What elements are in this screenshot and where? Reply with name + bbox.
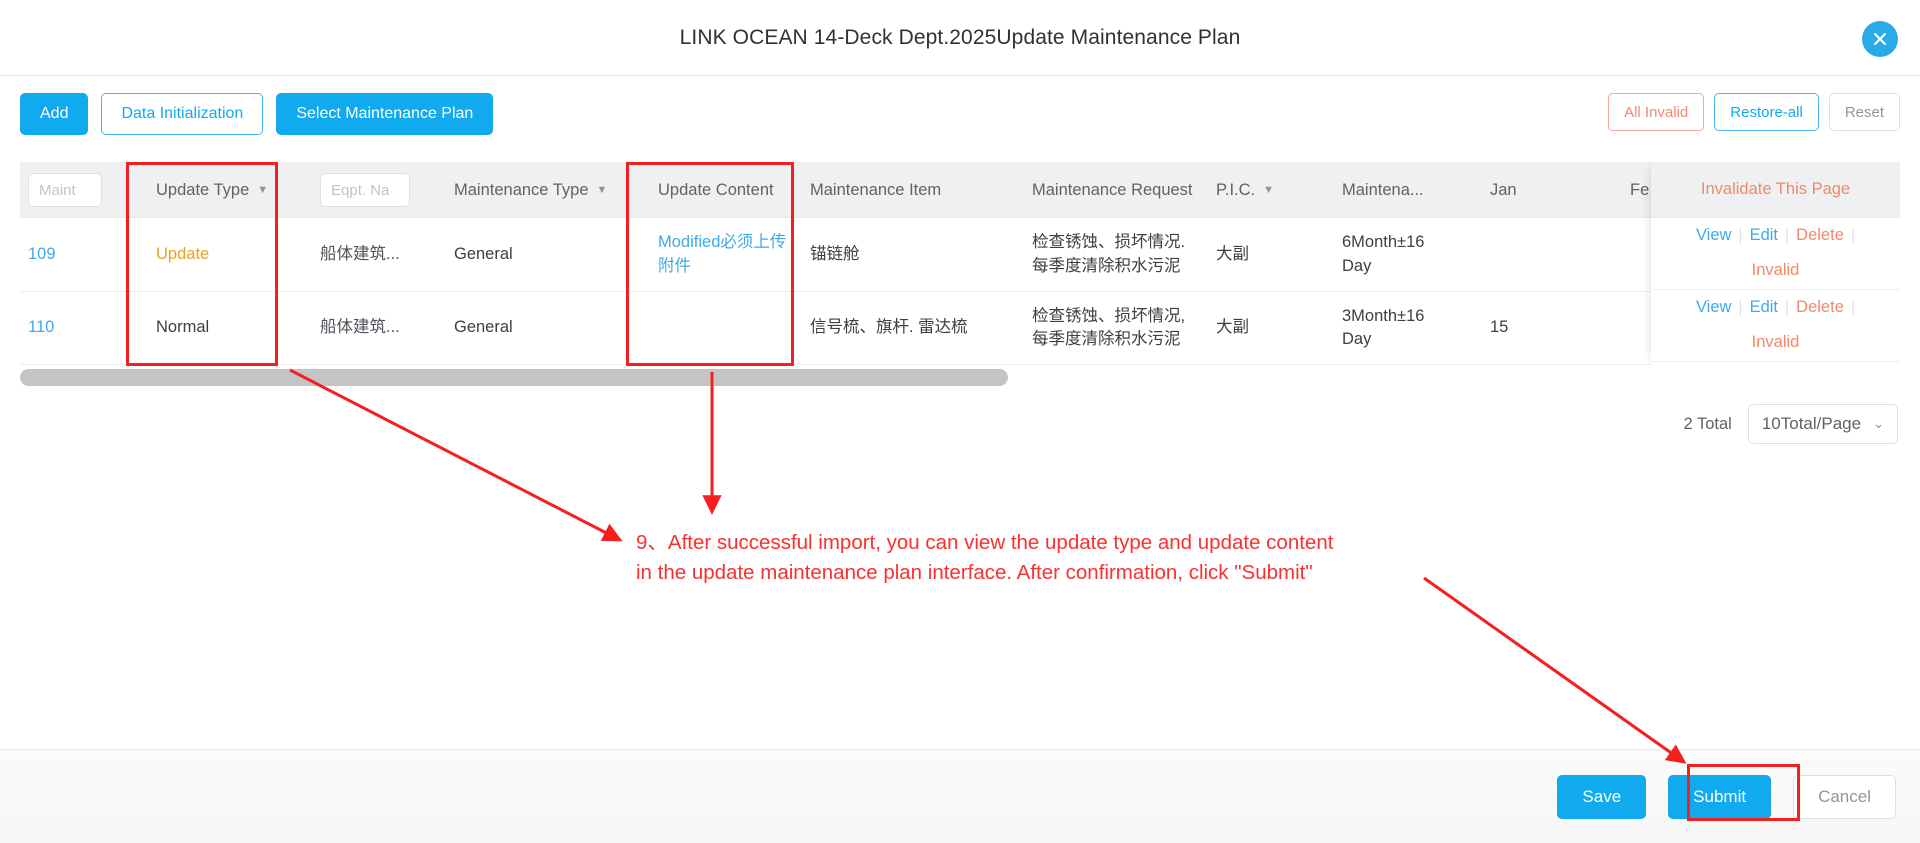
column-header-maintenance-request: Maintenance Request: [1032, 162, 1193, 218]
chevron-down-icon: ▼: [1263, 184, 1275, 196]
column-header-feb-label: Fe: [1630, 180, 1650, 199]
cell-id: 109: [28, 244, 56, 263]
cell-maintenance-cycle: 3Month±16 Day: [1342, 306, 1425, 348]
maint-id-filter-input[interactable]: Maint: [28, 173, 102, 207]
column-header-update-type-label: Update Type: [156, 180, 250, 199]
eqpt-name-filter-input[interactable]: Eqpt. Na: [320, 173, 410, 207]
cell-update-content[interactable]: [658, 292, 798, 364]
cell-maintenance-cycle: 6Month±16 Day: [1342, 233, 1425, 275]
column-header-pic[interactable]: P.I.C. ▼: [1216, 162, 1274, 218]
cell-maintenance-type: General: [454, 244, 513, 263]
column-header-update-content: Update Content: [658, 162, 774, 218]
chevron-down-icon: ⌄: [1873, 416, 1884, 431]
toolbar-right-group: All Invalid Restore-all Reset: [1608, 93, 1900, 131]
scrollbar-thumb[interactable]: [20, 369, 1008, 386]
select-maintenance-plan-button[interactable]: Select Maintenance Plan: [276, 93, 494, 135]
action-separator: |: [1850, 298, 1856, 316]
cell-update-content[interactable]: Modified必须上传附件: [658, 218, 798, 291]
edit-link[interactable]: Edit: [1750, 295, 1778, 321]
column-header-jan-label: Jan: [1490, 180, 1517, 199]
invalid-link[interactable]: Invalid: [1661, 258, 1890, 284]
maint-id-filter-cell: Maint: [28, 162, 102, 218]
column-header-maintenance-cycle: Maintena...: [1342, 162, 1424, 218]
column-header-maintenance-cycle-label: Maintena...: [1342, 180, 1424, 199]
cell-pic: 大副: [1216, 244, 1249, 263]
view-link[interactable]: View: [1696, 295, 1731, 321]
row-actions: View | Edit | Delete | Invalid: [1651, 290, 1900, 362]
table-row[interactable]: 110 Normal 船体建筑... General 信号梳、旗杆. 雷达梳 检…: [20, 292, 1900, 365]
close-icon[interactable]: [1862, 21, 1898, 57]
cell-maintenance-request: 检查锈蚀、损坏情况, 每季度清除积水污泥: [1032, 306, 1186, 348]
save-button[interactable]: Save: [1557, 775, 1647, 819]
invalidate-this-page-header[interactable]: Invalidate This Page: [1651, 162, 1900, 218]
column-header-maintenance-item-label: Maintenance Item: [810, 180, 942, 199]
row-actions: View | Edit | Delete | Invalid: [1651, 218, 1900, 290]
cell-eqpt-name: 船体建筑...: [320, 318, 400, 337]
delete-link[interactable]: Delete: [1796, 223, 1844, 249]
page-size-value: 10Total/Page: [1761, 414, 1862, 433]
column-header-update-type[interactable]: Update Type ▼: [156, 162, 268, 218]
table-horizontal-scrollbar[interactable]: [20, 369, 1900, 386]
submit-button[interactable]: Submit: [1668, 775, 1772, 819]
cell-jan: 15: [1490, 318, 1509, 337]
table-row[interactable]: 109 Update 船体建筑... General Modified必须上传附…: [20, 218, 1900, 292]
toolbar: Add Data Initialization Select Maintenan…: [0, 76, 1920, 152]
chevron-down-icon: ▼: [596, 184, 608, 196]
cell-update-type: Update: [156, 244, 210, 263]
dialog-footer: Save Submit Cancel: [0, 749, 1920, 843]
action-separator: |: [1850, 226, 1856, 244]
action-separator: |: [1738, 226, 1743, 244]
cell-maintenance-item: 锚链舱: [810, 244, 860, 263]
cancel-button[interactable]: Cancel: [1793, 775, 1896, 819]
chevron-down-icon: ▼: [257, 184, 269, 196]
footer-button-group: Save Submit Cancel: [1557, 775, 1896, 819]
column-header-maintenance-request-label: Maintenance Request: [1032, 180, 1193, 199]
pagination: 2 Total 10Total/Page ⌄: [1684, 404, 1898, 444]
column-header-maintenance-type[interactable]: Maintenance Type ▼: [454, 162, 607, 218]
annotation-instruction-text: 9、After successful import, you can view …: [636, 531, 1334, 585]
action-separator: |: [1785, 298, 1790, 316]
all-invalid-button[interactable]: All Invalid: [1608, 93, 1705, 131]
update-maintenance-plan-dialog: LINK OCEAN 14-Deck Dept.2025Update Maint…: [0, 0, 1920, 843]
eqpt-name-filter-cell: Eqpt. Na: [320, 162, 410, 218]
column-header-feb: Fe: [1630, 162, 1649, 218]
column-header-maintenance-type-label: Maintenance Type: [454, 180, 589, 199]
table-fixed-action-column: Invalidate This Page View | Edit | Delet…: [1651, 162, 1900, 365]
maintenance-plan-table: Maint Update Type ▼ Eqpt. Na Maintenance…: [20, 162, 1900, 365]
view-link[interactable]: View: [1696, 223, 1731, 249]
cell-update-type: Normal: [156, 318, 210, 337]
column-header-pic-label: P.I.C.: [1216, 180, 1256, 199]
column-header-update-content-label: Update Content: [658, 180, 774, 199]
add-button[interactable]: Add: [20, 93, 89, 135]
cell-maintenance-item: 信号梳、旗杆. 雷达梳: [810, 318, 968, 337]
column-header-maintenance-item: Maintenance Item: [810, 162, 941, 218]
table-header-row: Maint Update Type ▼ Eqpt. Na Maintenance…: [20, 162, 1900, 218]
reset-button[interactable]: Reset: [1828, 93, 1900, 131]
action-separator: |: [1738, 298, 1743, 316]
restore-all-button[interactable]: Restore-all: [1714, 93, 1819, 131]
page-title: LINK OCEAN 14-Deck Dept.2025Update Maint…: [679, 26, 1241, 49]
toolbar-left-group: Add Data Initialization Select Maintenan…: [20, 93, 494, 135]
edit-link[interactable]: Edit: [1750, 223, 1778, 249]
invalid-link[interactable]: Invalid: [1661, 330, 1890, 356]
cell-id: 110: [28, 318, 55, 337]
cell-eqpt-name: 船体建筑...: [320, 244, 400, 263]
page-size-select[interactable]: 10Total/Page ⌄: [1747, 404, 1898, 444]
cell-pic: 大副: [1216, 318, 1249, 337]
total-count-label: 2 Total: [1683, 414, 1732, 433]
action-separator: |: [1785, 226, 1790, 244]
column-header-jan: Jan: [1490, 162, 1517, 218]
cell-maintenance-request: 检查锈蚀、损坏情况. 每季度清除积水污泥: [1032, 233, 1186, 275]
delete-link[interactable]: Delete: [1796, 295, 1844, 321]
data-initialization-button[interactable]: Data Initialization: [101, 93, 264, 135]
dialog-header: LINK OCEAN 14-Deck Dept.2025Update Maint…: [0, 0, 1920, 76]
cell-maintenance-type: General: [454, 318, 513, 337]
